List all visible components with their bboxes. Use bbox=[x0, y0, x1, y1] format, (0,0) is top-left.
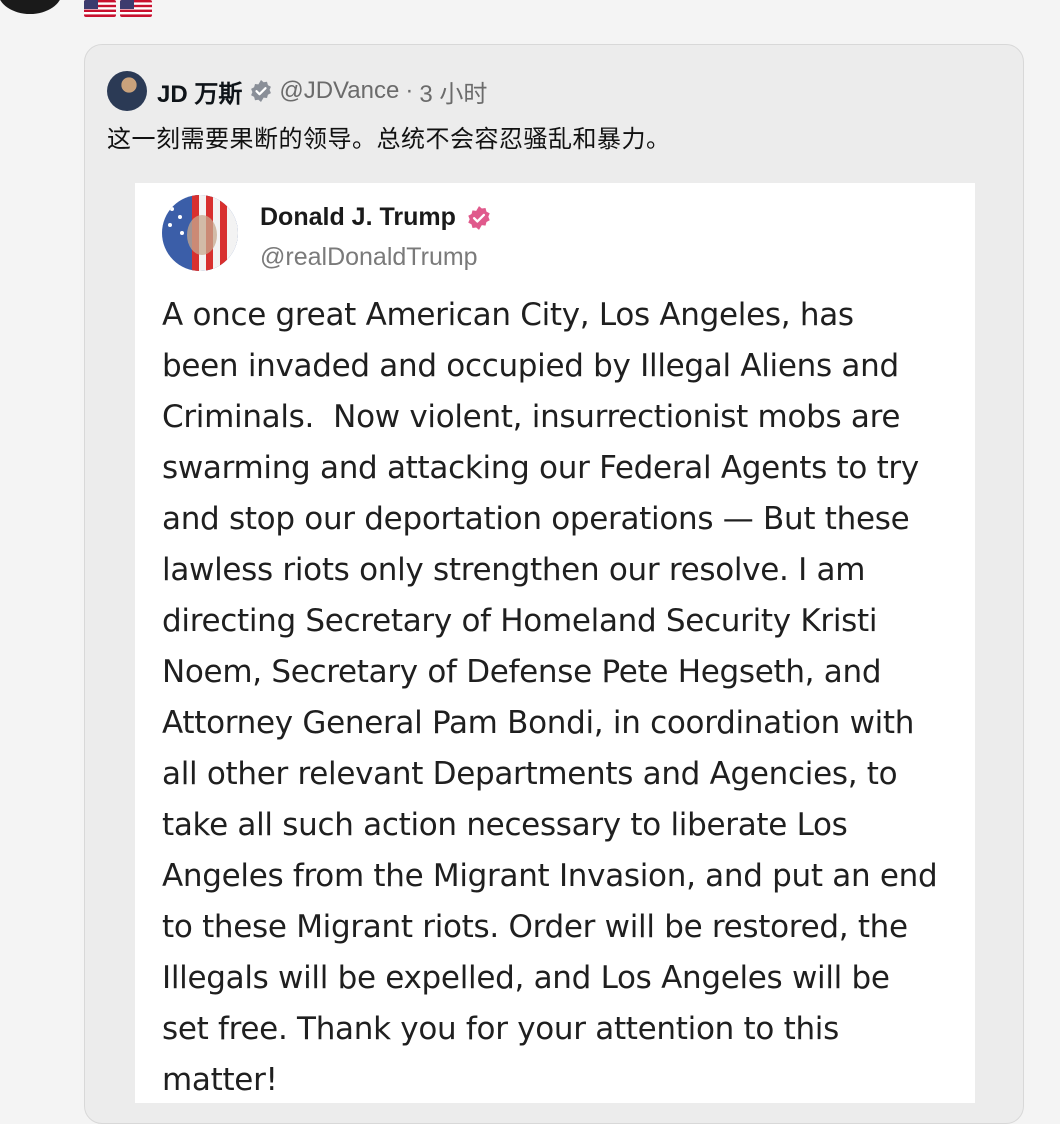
body-line: all other relevant Departments and Agenc… bbox=[162, 756, 898, 792]
body-line: lawless riots only strengthen our resolv… bbox=[162, 552, 866, 588]
author-avatar[interactable] bbox=[0, 0, 62, 14]
verified-badge-gray-icon bbox=[249, 79, 273, 103]
embedded-author-name: Donald J. Trump bbox=[260, 203, 492, 232]
quoted-author-name[interactable]: JD 万斯 bbox=[157, 74, 242, 109]
body-line: Noem, Secretary of Defense Pete Hegseth,… bbox=[162, 654, 882, 690]
embedded-post-body: A once great American City, Los Angeles,… bbox=[162, 290, 962, 1106]
body-line: Criminals. Now violent, insurrectionist … bbox=[162, 399, 901, 435]
body-line: set free. Thank you for your attention t… bbox=[162, 1011, 839, 1047]
body-line: to these Migrant riots. Order will be re… bbox=[162, 909, 908, 945]
body-line: swarming and attacking our Federal Agent… bbox=[162, 450, 919, 486]
embedded-author-avatar bbox=[162, 195, 238, 271]
body-line: and stop our deportation operations — Bu… bbox=[162, 501, 910, 537]
quoted-post-text: 这一刻需要果断的领导。总统不会容忍骚乱和暴力。 bbox=[107, 125, 671, 153]
flag-emoji-group bbox=[84, 0, 152, 17]
embedded-author-handle: @realDonaldTrump bbox=[260, 243, 478, 271]
body-line: Attorney General Pam Bondi, in coordinat… bbox=[162, 705, 915, 741]
body-line: take all such action necessary to libera… bbox=[162, 807, 848, 843]
quoted-post-header: JD 万斯 @JDVance · 3 小时 bbox=[107, 71, 487, 111]
quoted-author-avatar[interactable] bbox=[107, 71, 147, 111]
body-line: Illegals will be expelled, and Los Angel… bbox=[162, 960, 890, 996]
body-line: A once great American City, Los Angeles,… bbox=[162, 297, 854, 333]
body-line: been invaded and occupied by Illegal Ali… bbox=[162, 348, 899, 384]
embedded-author-name-text: Donald J. Trump bbox=[260, 203, 456, 231]
separator-dot: · bbox=[405, 77, 414, 104]
us-flag-icon bbox=[84, 0, 116, 17]
us-flag-icon bbox=[120, 0, 152, 17]
body-line: directing Secretary of Homeland Security… bbox=[162, 603, 878, 639]
body-line: matter! bbox=[162, 1062, 278, 1098]
quoted-author-handle[interactable]: @JDVance bbox=[279, 77, 399, 105]
post-timestamp[interactable]: 3 小时 bbox=[419, 74, 487, 109]
verified-badge-pink-icon bbox=[466, 205, 492, 231]
body-line: Angeles from the Migrant Invasion, and p… bbox=[162, 858, 938, 894]
embedded-post-screenshot: Donald J. Trump @realDonaldTrump A once … bbox=[135, 183, 975, 1103]
